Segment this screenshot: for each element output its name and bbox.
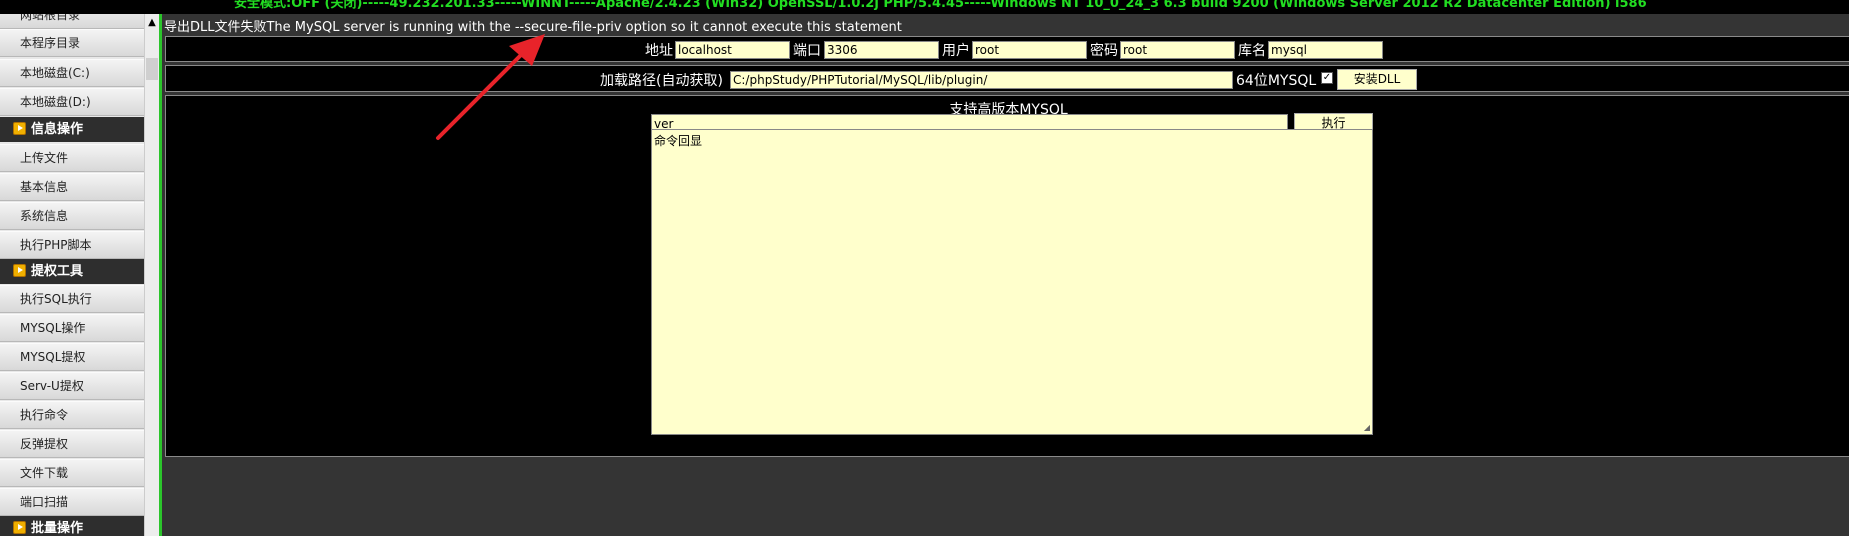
sidebar-scrollbar[interactable]: ▲ bbox=[144, 14, 159, 536]
status-bar: 安全模式:OFF (关闭)-----49.232.201.33-----WINN… bbox=[0, 0, 1849, 14]
sidebar-item-label: Serv-U提权 bbox=[20, 379, 84, 393]
user-input[interactable]: root bbox=[972, 41, 1087, 59]
password-label: 密码 bbox=[1090, 43, 1118, 59]
mysql64-label: 64位MYSQL bbox=[1236, 73, 1317, 89]
sidebar-item-disk-d[interactable]: 本地磁盘(D:) bbox=[0, 88, 144, 116]
sidebar-item-system-info[interactable]: 系统信息 bbox=[0, 202, 144, 230]
sidebar-item-label: 文件下载 bbox=[20, 466, 69, 480]
sidebar-item-mysql-ops[interactable]: MYSQL操作 bbox=[0, 314, 144, 342]
play-arrow-icon bbox=[13, 264, 26, 277]
command-output-text: 命令回显 bbox=[654, 134, 703, 148]
sidebar-item-port-scan[interactable]: 端口扫描 bbox=[0, 488, 144, 516]
plugin-row: 加载路径(自动获取) C:/phpStudy/PHPTutorial/MySQL… bbox=[165, 65, 1849, 92]
sidebar-header-info[interactable]: 信息操作 bbox=[0, 117, 144, 142]
sidebar-item-label: 本程序目录 bbox=[20, 36, 81, 50]
sidebar-item-label: 端口扫描 bbox=[20, 495, 69, 509]
sidebar-item-label: 基本信息 bbox=[20, 180, 69, 194]
command-output[interactable]: 命令回显 ◢ bbox=[651, 129, 1373, 435]
sidebar-item-label: 执行PHP脚本 bbox=[20, 238, 92, 252]
password-input[interactable]: root bbox=[1120, 41, 1235, 59]
port-input[interactable]: 3306 bbox=[824, 41, 939, 59]
sidebar-item-label: 本地磁盘(C:) bbox=[20, 66, 90, 80]
sidebar-header-privesc[interactable]: 提权工具 bbox=[0, 259, 144, 284]
sidebar-item-upload[interactable]: 上传文件 bbox=[0, 144, 144, 172]
sidebar-header-label: 批量操作 bbox=[31, 521, 84, 536]
port-label: 端口 bbox=[793, 43, 821, 59]
sidebar-item-label: 网站根目录 bbox=[20, 14, 81, 22]
sidebar-header-batch[interactable]: 批量操作 bbox=[0, 516, 144, 536]
sidebar-item-exec-sql[interactable]: 执行SQL执行 bbox=[0, 285, 144, 313]
scroll-up-arrow-icon[interactable]: ▲ bbox=[146, 17, 158, 29]
error-message: 导出DLL文件失败The MySQL server is running wit… bbox=[164, 20, 902, 35]
sidebar-header-label: 提权工具 bbox=[31, 264, 84, 279]
main-panel: 导出DLL文件失败The MySQL server is running wit… bbox=[159, 14, 1849, 536]
host-input[interactable]: localhost bbox=[675, 41, 790, 59]
sidebar-item-exec-command[interactable]: 执行命令 bbox=[0, 401, 144, 429]
user-label: 用户 bbox=[942, 43, 970, 59]
play-arrow-icon bbox=[13, 122, 26, 135]
db-label: 库名 bbox=[1238, 43, 1266, 59]
sidebar-item-label: MYSQL操作 bbox=[20, 321, 86, 335]
sidebar-item-label: 执行命令 bbox=[20, 408, 69, 422]
mysql64-checkbox[interactable]: ✓ bbox=[1321, 72, 1333, 84]
sidebar-item-label: 本地磁盘(D:) bbox=[20, 95, 91, 109]
sidebar-item-mysql-privesc[interactable]: MYSQL提权 bbox=[0, 343, 144, 371]
sidebar-item-file-download[interactable]: 文件下载 bbox=[0, 459, 144, 487]
sidebar-item-servu-privesc[interactable]: Serv-U提权 bbox=[0, 372, 144, 400]
command-box: 支持高版本MYSQL ver 执行 命令回显 ◢ bbox=[165, 95, 1849, 457]
play-arrow-icon bbox=[13, 521, 26, 534]
plugin-path-input[interactable]: C:/phpStudy/PHPTutorial/MySQL/lib/plugin… bbox=[730, 71, 1233, 89]
sidebar-item-label: 系统信息 bbox=[20, 209, 69, 223]
sidebar-item-disk-c[interactable]: 本地磁盘(C:) bbox=[0, 59, 144, 87]
sidebar-item-label: 上传文件 bbox=[20, 151, 69, 165]
sidebar-header-label: 信息操作 bbox=[31, 122, 84, 137]
sidebar-item-webroot[interactable]: 网站根目录 bbox=[0, 14, 144, 29]
sidebar-item-reverse-shell[interactable]: 反弹提权 bbox=[0, 430, 144, 458]
plugin-path-label: 加载路径(自动获取) bbox=[600, 73, 723, 89]
sidebar-item-exec-php[interactable]: 执行PHP脚本 bbox=[0, 231, 144, 259]
host-label: 地址 bbox=[645, 43, 673, 59]
sidebar-item-program-dir[interactable]: 本程序目录 bbox=[0, 29, 144, 57]
sidebar-item-label: MYSQL提权 bbox=[20, 350, 86, 364]
sidebar-item-label: 反弹提权 bbox=[20, 437, 69, 451]
install-dll-button[interactable]: 安装DLL bbox=[1337, 69, 1417, 90]
db-input[interactable]: mysql bbox=[1268, 41, 1383, 59]
connection-row: 地址 localhost 端口 3306 用户 root 密码 root 库名 … bbox=[165, 36, 1849, 62]
sidebar-item-label: 执行SQL执行 bbox=[20, 292, 92, 306]
sidebar: 网站根目录 本程序目录 本地磁盘(C:) 本地磁盘(D:) 信息操作 上传文件 … bbox=[0, 14, 144, 536]
resize-grip-icon[interactable]: ◢ bbox=[1364, 423, 1370, 432]
status-bar-text: 安全模式:OFF (关闭)-----49.232.201.33-----WINN… bbox=[234, 0, 1647, 11]
scroll-thumb[interactable] bbox=[146, 58, 158, 80]
sidebar-item-basic-info[interactable]: 基本信息 bbox=[0, 173, 144, 201]
